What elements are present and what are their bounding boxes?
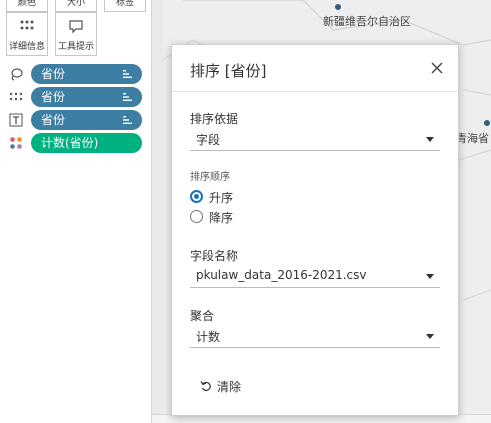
pill-label: 省份 bbox=[41, 67, 66, 81]
clear-button[interactable]: 清除 bbox=[200, 377, 270, 395]
field-name-value: pkulaw_data_2016-2021.csv bbox=[196, 268, 367, 282]
size-tile-label: 大小 bbox=[66, 0, 85, 8]
radio-button[interactable] bbox=[190, 210, 203, 223]
map-label-qinghai: 青海省 bbox=[456, 132, 489, 145]
marks-panel: 颜色 大小 标签 详细信息 工具提示 省份 省份 省份 计数(省份) bbox=[0, 0, 152, 423]
aggregation-select[interactable]: 计数 bbox=[190, 324, 440, 348]
detail-tile-label: 详细信息 bbox=[8, 42, 45, 52]
sort-ascending-icon bbox=[123, 116, 132, 124]
pill-label: 计数(省份) bbox=[41, 136, 99, 150]
field-name-select[interactable]: pkulaw_data_2016-2021.csv bbox=[190, 264, 440, 288]
map-point-xinjiang[interactable] bbox=[335, 4, 341, 10]
shelf-row-lasso: 省份 bbox=[6, 64, 146, 84]
detail-dots-icon bbox=[20, 20, 34, 30]
tooltip-tile-label: 工具提示 bbox=[57, 42, 94, 52]
lasso-icon bbox=[8, 66, 24, 82]
pill-label: 省份 bbox=[41, 90, 66, 104]
map-point-qinghai[interactable] bbox=[484, 120, 490, 126]
label-tile[interactable]: 标签 bbox=[104, 0, 146, 12]
map-label-xinjiang: 新疆维吾尔自治区 bbox=[323, 15, 411, 28]
undo-icon bbox=[200, 381, 211, 392]
radio-button-checked[interactable] bbox=[190, 190, 203, 203]
clear-label: 清除 bbox=[217, 380, 242, 394]
field-pill-province[interactable]: 省份 bbox=[31, 87, 142, 107]
chevron-down-icon bbox=[426, 334, 434, 339]
aggregation-value: 计数 bbox=[196, 330, 221, 344]
field-name-label: 字段名称 bbox=[190, 249, 239, 263]
radio-label-ascending: 升序 bbox=[209, 191, 234, 205]
text-t-icon bbox=[8, 112, 24, 128]
dialog-title: 排序 [省份] bbox=[190, 62, 267, 80]
sort-by-select[interactable]: 字段 bbox=[190, 127, 440, 151]
dialog-header: 排序 [省份] bbox=[172, 45, 458, 92]
pill-label: 省份 bbox=[41, 113, 66, 127]
shelf-row-text: 省份 bbox=[6, 110, 146, 130]
sort-by-label: 排序依据 bbox=[190, 112, 239, 126]
sort-ascending-icon bbox=[123, 70, 132, 78]
sort-descending-radio[interactable]: 降序 bbox=[190, 209, 310, 225]
color-tile[interactable]: 颜色 bbox=[6, 0, 48, 12]
chevron-down-icon bbox=[426, 137, 434, 142]
shelf-row-color: 计数(省份) bbox=[6, 133, 146, 153]
color-tile-label: 颜色 bbox=[17, 0, 36, 8]
aggregation-label: 聚合 bbox=[190, 309, 215, 323]
sort-dialog: 排序 [省份] 排序依据 字段 排序顺序 升序 降序 字段名称 pkulaw_d… bbox=[171, 44, 459, 416]
detail-tile[interactable]: 详细信息 bbox=[6, 12, 48, 56]
field-pill-province[interactable]: 省份 bbox=[31, 110, 142, 130]
sort-by-value: 字段 bbox=[196, 133, 221, 147]
detail-dots-icon bbox=[8, 89, 24, 105]
shelf-row-detail: 省份 bbox=[6, 87, 146, 107]
radio-label-descending: 降序 bbox=[209, 211, 234, 225]
chevron-down-icon bbox=[426, 274, 434, 279]
field-pill-province[interactable]: 省份 bbox=[31, 64, 142, 84]
field-pill-count-province[interactable]: 计数(省份) bbox=[31, 133, 142, 153]
close-icon[interactable] bbox=[430, 61, 444, 75]
sort-ascending-icon bbox=[123, 93, 132, 101]
speech-bubble-icon bbox=[69, 20, 83, 34]
color-dots-icon bbox=[8, 135, 24, 151]
sort-order-label: 排序顺序 bbox=[190, 172, 230, 183]
tooltip-tile[interactable]: 工具提示 bbox=[55, 12, 97, 56]
label-tile-label: 标签 bbox=[115, 0, 134, 8]
size-tile[interactable]: 大小 bbox=[55, 0, 97, 12]
sort-ascending-radio[interactable]: 升序 bbox=[190, 189, 310, 205]
